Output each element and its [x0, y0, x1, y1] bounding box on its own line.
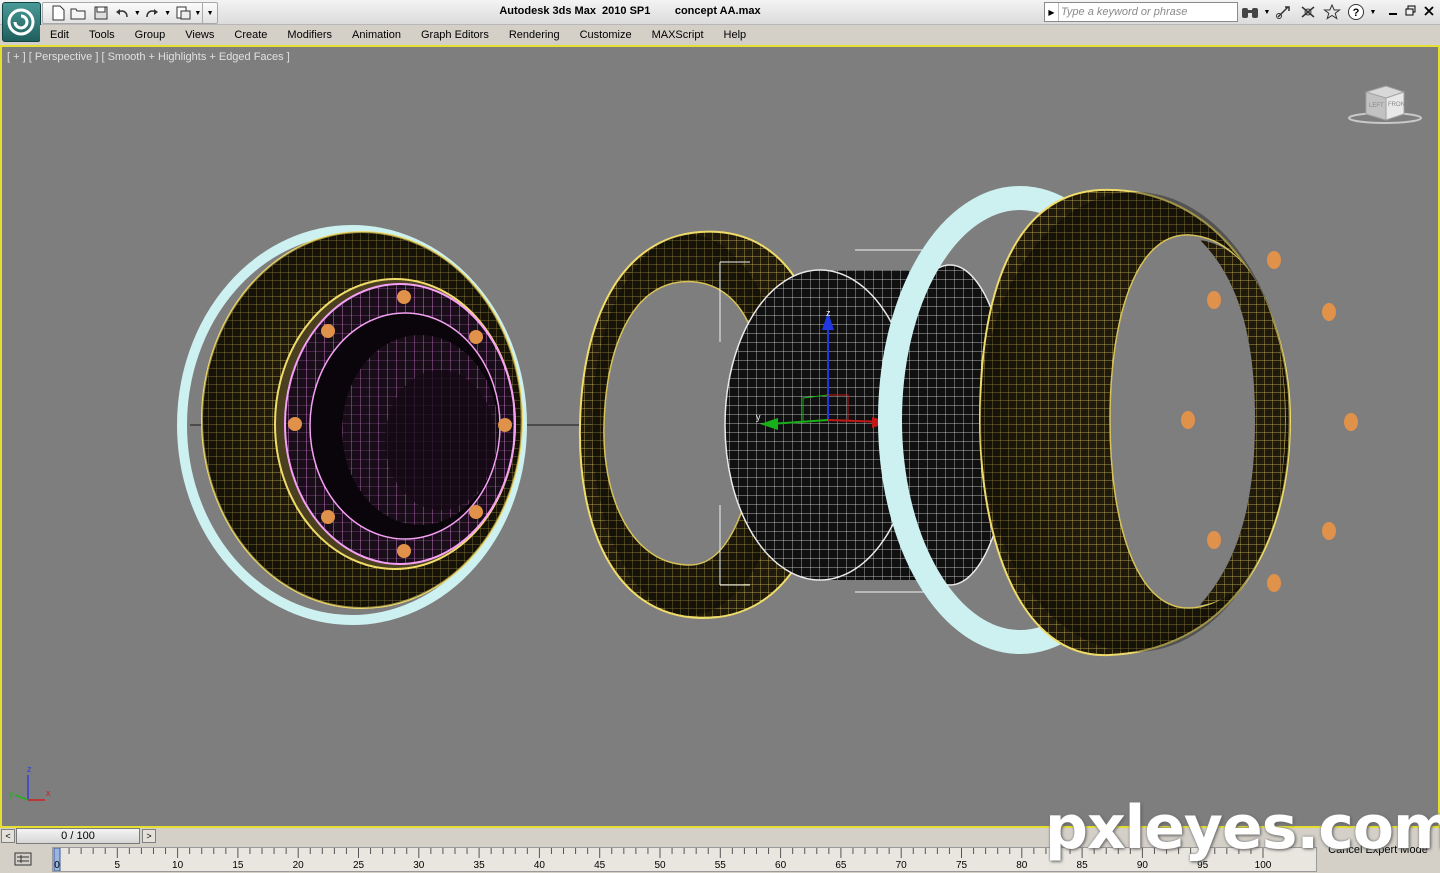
menu-tools[interactable]: Tools: [79, 25, 125, 45]
ruler-tick-label: 45: [594, 860, 606, 871]
scene-canvas[interactable]: z x y LEFT FRONT z x y: [2, 47, 1438, 826]
window-controls: [1386, 3, 1436, 19]
perspective-viewport[interactable]: z x y LEFT FRONT z x y [+] [Perspecti…: [0, 45, 1440, 828]
ruler-tick-label: 5: [114, 860, 121, 871]
ruler-tick-label: 80: [1016, 860, 1028, 871]
axis-z-label: z: [27, 764, 32, 774]
menu-animation[interactable]: Animation: [342, 25, 411, 45]
svg-text:?: ?: [1353, 7, 1360, 19]
ruler-tick-label: 0: [54, 860, 60, 871]
ruler-tick-label: 30: [413, 860, 425, 871]
expand-search-icon[interactable]: ▶: [1045, 3, 1059, 21]
axis-y-label: y: [9, 789, 14, 799]
ruler-tick-label: 25: [352, 860, 365, 871]
communication-center-icon[interactable]: [1272, 1, 1296, 23]
menu-views[interactable]: Views: [175, 25, 224, 45]
infocenter-search: ▶: [1044, 2, 1238, 22]
ruler-tick-label: 35: [473, 860, 485, 871]
menu-graph-editors[interactable]: Graph Editors: [411, 25, 499, 45]
viewport-label-menu[interactable]: [ + ] [ Perspective ] [ Smooth + Highlig…: [7, 51, 290, 63]
ruler-tick-label: 55: [714, 860, 726, 871]
title-bar: ▼ ▼ ▼ ▼ Autodesk 3ds Max 2010 SP1 concep…: [0, 0, 1440, 25]
menu-group[interactable]: Group: [125, 25, 176, 45]
app-title: Autodesk 3ds Max 2010 SP1: [499, 5, 651, 17]
watermark-logo: pxleyes.com: [1045, 793, 1440, 863]
subscription-center-icon[interactable]: [1296, 1, 1320, 23]
ruler-tick-label: 50: [654, 860, 666, 871]
search-dropdown-icon[interactable]: ▼: [1262, 9, 1272, 16]
application-button[interactable]: [2, 2, 41, 42]
close-icon[interactable]: [1422, 3, 1436, 19]
ruler-tick-label: 10: [172, 860, 184, 871]
menu-customize[interactable]: Customize: [570, 25, 642, 45]
menu-create[interactable]: Create: [224, 25, 277, 45]
time-slider-next-button[interactable]: >: [142, 829, 156, 843]
mini-curve-editor-icon[interactable]: [4, 848, 42, 870]
selected-white-cylinder[interactable]: z x y: [719, 249, 1011, 593]
3dsmax-logo-icon: [7, 8, 35, 36]
help-icon[interactable]: ?: [1344, 1, 1368, 23]
time-slider-prev-button[interactable]: <: [1, 829, 15, 843]
ruler-tick-label: 75: [955, 860, 968, 871]
menu-maxscript[interactable]: MAXScript: [642, 25, 714, 45]
menu-help[interactable]: Help: [714, 25, 757, 45]
gizmo-z-label: z: [826, 308, 831, 318]
ruler-tick-label: 40: [533, 860, 545, 871]
ruler-tick-label: 20: [292, 860, 304, 871]
left-housing[interactable]: [177, 225, 527, 625]
infocenter-tools: ▼ ? ▼: [1238, 1, 1378, 23]
ruler-tick-label: 65: [835, 860, 847, 871]
search-input[interactable]: [1061, 5, 1231, 19]
file-name: concept AA.max: [674, 5, 761, 17]
menu-modifiers[interactable]: Modifiers: [277, 25, 342, 45]
menu-bar: Edit Tools Group Views Create Modifiers …: [40, 25, 1440, 45]
menu-rendering[interactable]: Rendering: [499, 25, 570, 45]
ruler-tick-label: 60: [775, 860, 787, 871]
restore-icon[interactable]: [1404, 3, 1418, 19]
ruler-tick-label: 15: [232, 860, 244, 871]
world-axis-tripod: z x y: [9, 764, 51, 801]
axis-x-label: x: [46, 788, 51, 798]
favorites-star-icon[interactable]: [1320, 1, 1344, 23]
menu-edit[interactable]: Edit: [40, 25, 79, 45]
viewcube-left-face[interactable]: LEFT: [1369, 103, 1384, 109]
viewcube-front-face[interactable]: FRONT: [1388, 102, 1409, 108]
right-yellow-tire[interactable]: [978, 188, 1292, 657]
binoculars-icon[interactable]: [1238, 1, 1262, 23]
time-slider-thumb[interactable]: 0 / 100: [16, 828, 140, 844]
minimize-icon[interactable]: [1386, 3, 1400, 19]
gizmo-y-label: y: [756, 412, 761, 422]
help-dropdown-icon[interactable]: ▼: [1368, 9, 1378, 16]
viewcube[interactable]: LEFT FRONT: [1348, 85, 1422, 124]
ruler-tick-label: 70: [895, 860, 907, 871]
